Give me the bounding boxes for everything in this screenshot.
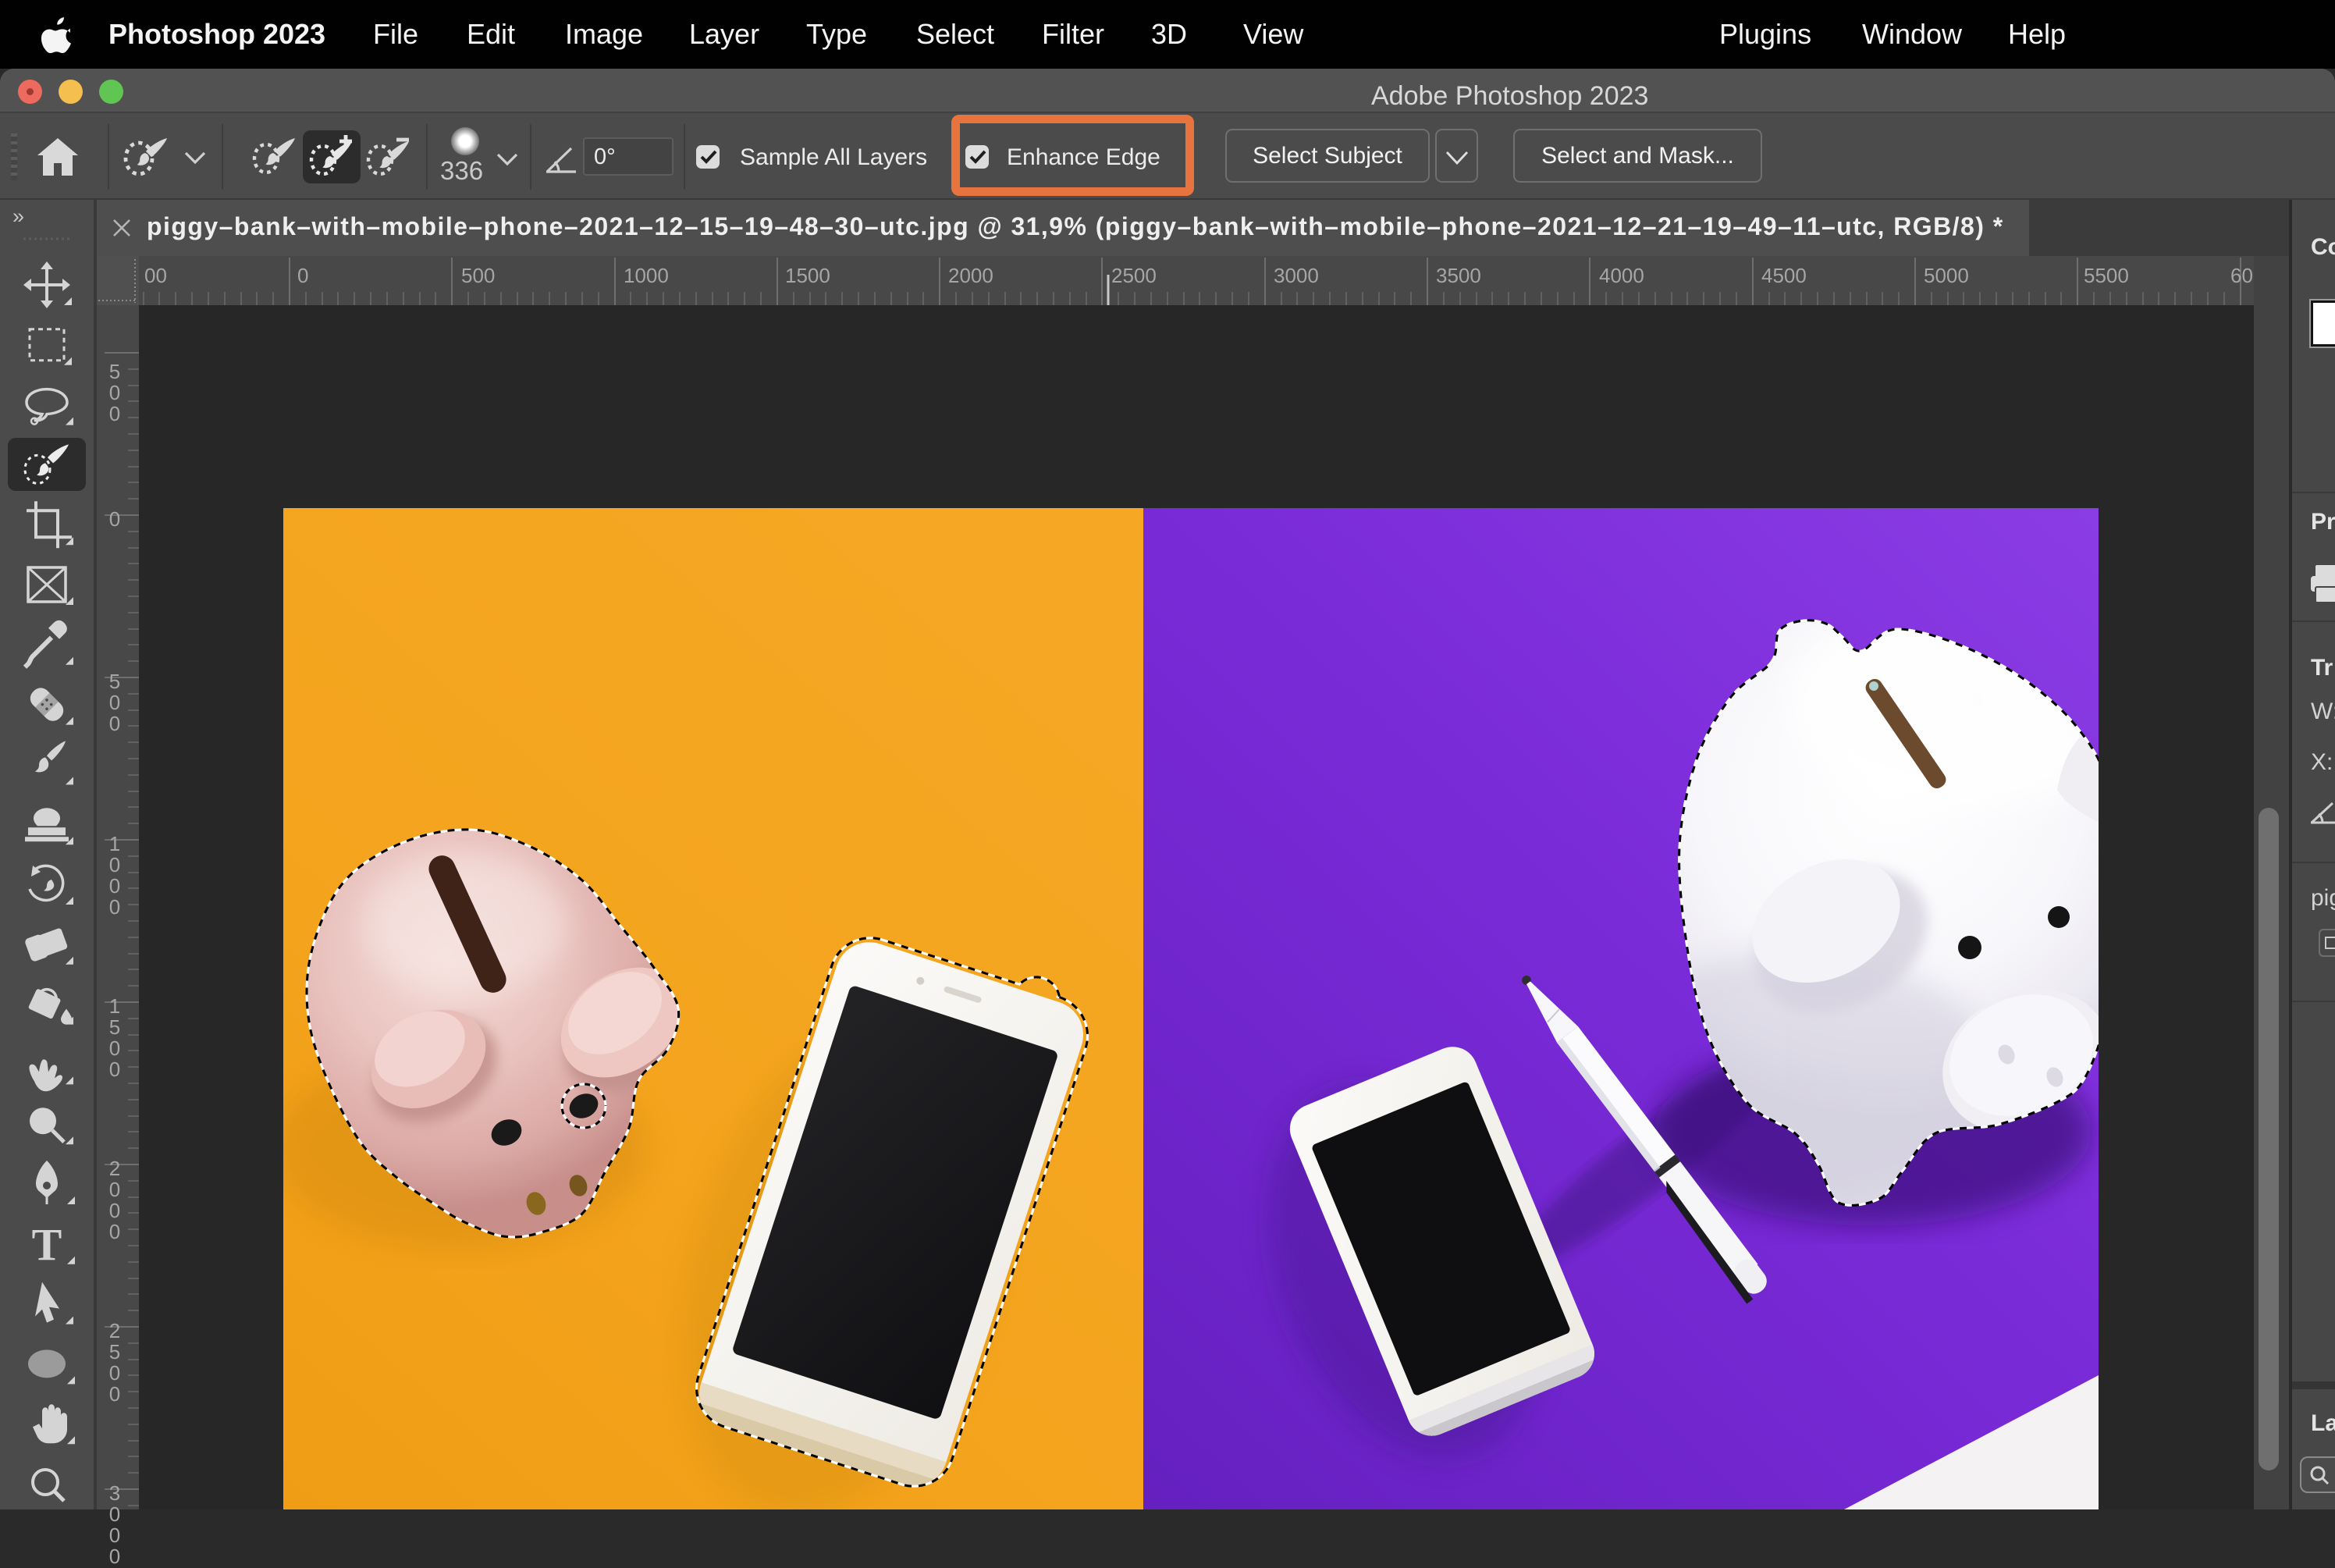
svg-text:»: » (12, 204, 24, 228)
svg-text:T: T (32, 1219, 62, 1270)
